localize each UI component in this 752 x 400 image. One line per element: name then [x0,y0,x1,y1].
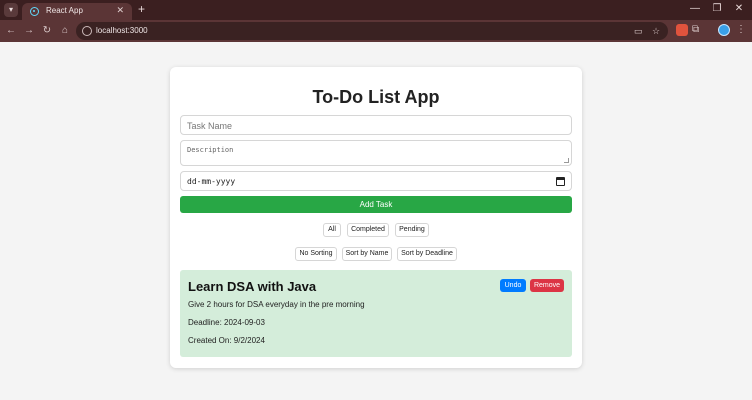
new-tab-button[interactable]: + [138,2,145,16]
description-placeholder: Description [187,146,234,154]
sort-by-deadline-button[interactable]: Sort by Deadline [397,247,457,261]
add-task-button[interactable]: Add Task [180,196,572,213]
date-placeholder: dd-mm-yyyy [187,177,236,186]
remove-button[interactable]: Remove [530,279,564,292]
filter-pending-button[interactable]: Pending [395,223,429,237]
task-title: Learn DSA with Java [188,279,317,294]
extension-icon[interactable] [676,24,688,36]
sort-by-name-button[interactable]: Sort by Name [342,247,392,261]
filter-all-button[interactable]: All [323,223,341,237]
cast-icon[interactable]: ▭ [634,24,643,38]
description-textarea[interactable]: Description [180,140,572,166]
task-item: Learn DSA with Java Undo Remove Give 2 h… [180,270,572,357]
menu-icon[interactable]: ⋮ [736,23,746,37]
address-bar[interactable]: localhost:3000 ▭ ☆ [76,22,668,40]
todo-card: To-Do List App Task Name Description dd-… [170,67,582,368]
task-created-on: Created On: 9/2/2024 [188,336,265,345]
tab-close-icon[interactable]: ✕ [116,5,124,16]
extensions-icon[interactable]: ⧉ [692,24,699,36]
react-favicon [30,7,39,16]
site-info-icon[interactable] [82,26,92,36]
task-name-input[interactable]: Task Name [180,115,572,135]
filter-completed-button[interactable]: Completed [347,223,389,237]
star-icon[interactable]: ☆ [652,24,660,38]
restore-button[interactable]: ❐ [710,2,724,16]
back-icon[interactable]: ← [4,24,18,38]
url-text[interactable]: localhost:3000 [96,26,148,35]
page-title: To-Do List App [312,87,440,107]
deadline-date-input[interactable]: dd-mm-yyyy [180,171,572,191]
reload-icon[interactable]: ↻ [40,24,54,38]
resize-handle-icon[interactable] [564,158,569,163]
browser-tab[interactable]: React App ✕ [22,3,132,20]
tab-search-icon[interactable]: ▾ [4,3,18,17]
task-description: Give 2 hours for DSA everyday in the pre… [188,300,365,309]
profile-icon[interactable] [718,24,730,36]
forward-icon[interactable]: → [22,24,36,38]
no-sorting-button[interactable]: No Sorting [295,247,337,261]
undo-button[interactable]: Undo [500,279,526,292]
close-window-button[interactable]: ✕ [732,2,746,16]
browser-toolbar: ← → ↻ ⌂ localhost:3000 ▭ ☆ ⧉ ⋮ [0,20,752,42]
home-icon[interactable]: ⌂ [58,24,72,38]
calendar-icon[interactable] [556,177,565,186]
browser-tabstrip: ▾ React App ✕ + — ❐ ✕ [0,0,752,20]
minimize-button[interactable]: — [688,2,702,16]
task-name-placeholder: Task Name [187,121,233,131]
tab-title: React App [46,6,83,15]
task-deadline: Deadline: 2024-09-03 [188,318,265,327]
